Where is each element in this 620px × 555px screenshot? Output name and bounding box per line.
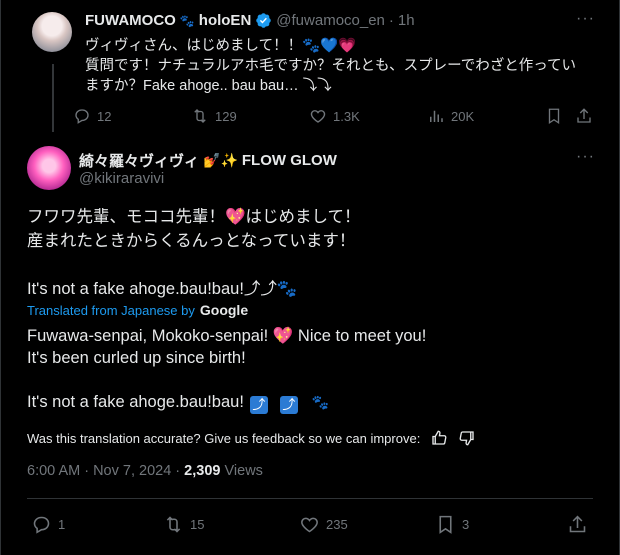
share-icon: [577, 108, 591, 123]
translated-label: Translated from Japanese by: [27, 302, 195, 318]
reply-icon: [75, 109, 89, 124]
divider: [27, 498, 593, 499]
like-icon: [301, 517, 318, 533]
tweet-text-line: [27, 253, 597, 277]
main-tweet-header: 綺々羅々ヴィヴィ 💅✨ FLOW GLOW: [79, 150, 337, 171]
author-handle[interactable]: @kikiraravivi: [79, 170, 164, 187]
translated-line: Fuwawa-senpai, Mokoko-senpai! 💖 Nice to …: [27, 327, 427, 345]
main-tweet-actions: 1 15 235 3: [27, 514, 597, 536]
main-tweet-text: フワワ先輩、モココ先輩！💖はじめまして！ 産まれたときからくるんっとなっています…: [27, 205, 597, 301]
google-logo: Google: [199, 302, 249, 318]
reply-count: 12: [97, 108, 112, 124]
bookmark-button[interactable]: 3: [435, 514, 469, 535]
share-icon: [569, 515, 586, 533]
translated-line-text: It's not a fake ahoge.bau!bau!: [27, 393, 244, 411]
bookmark-button[interactable]: [545, 107, 563, 125]
bookmark-icon: [548, 108, 560, 125]
tweet-text-line: It's not a fake ahoge.bau!bau!⤴⤴🐾: [27, 280, 298, 298]
translation-feedback: Was this translation accurate? Give us f…: [27, 429, 476, 447]
repost-count: 15: [190, 517, 205, 532]
author-name-suffix[interactable]: FLOW GLOW: [242, 152, 337, 169]
thread-connector: [52, 64, 54, 132]
author-name[interactable]: 綺々羅々ヴィヴィ: [79, 150, 199, 171]
reply-button[interactable]: 1: [31, 514, 65, 535]
like-icon: [310, 110, 326, 123]
tweet-thread: FUWAMOCO 🐾 holoEN @fuwamoco_en · 1h ··· …: [0, 0, 620, 555]
translated-line: It's been curled up since birth!: [27, 349, 246, 367]
views-icon: [430, 110, 443, 122]
repost-icon: [194, 109, 206, 123]
tweet-timestamp[interactable]: 6:00 AM · Nov 7, 2024 ·: [27, 463, 184, 479]
views-count: 20K: [451, 108, 475, 124]
verified-badge-icon: [256, 13, 272, 28]
like-count: 1.3K: [333, 108, 360, 124]
like-button[interactable]: 235: [299, 514, 348, 535]
feedback-text: Was this translation accurate? Give us f…: [27, 430, 421, 446]
reply-count: 1: [58, 517, 66, 532]
translated-text: Fuwawa-senpai, Mokoko-senpai! 💖 Nice to …: [27, 325, 597, 414]
tweet-text-line: 質問です！ナチュラルアホ毛ですか？それとも、スプレーでわざと作ってい: [85, 58, 576, 74]
avatar-fuwamoco[interactable]: [32, 12, 72, 52]
arrow-up-emoji: ⤴: [279, 396, 298, 414]
repost-button[interactable]: 15: [163, 514, 204, 535]
views-count: 2,309: [184, 463, 221, 479]
views-label: Views: [220, 463, 263, 479]
tweet-time[interactable]: 1h: [398, 12, 415, 29]
tweet-meta: 6:00 AM · Nov 7, 2024 · 2,309 Views: [27, 463, 263, 479]
avatar-vivi[interactable]: [27, 146, 71, 190]
reply-tweet-header: FUWAMOCO 🐾 holoEN @fuwamoco_en · 1h: [85, 12, 415, 29]
bookmark-icon: [439, 515, 452, 534]
repost-icon: [166, 516, 181, 533]
reply-button[interactable]: 12: [73, 107, 111, 125]
thumbs-up-icon[interactable]: [430, 429, 448, 447]
more-icon[interactable]: ···: [576, 148, 595, 166]
share-button[interactable]: [575, 107, 593, 125]
author-name[interactable]: FUWAMOCO: [85, 12, 176, 29]
share-button[interactable]: [567, 514, 588, 535]
repost-button[interactable]: 129: [191, 107, 237, 125]
tweet-text-line: 産まれたときからくるんっとなっています！: [27, 232, 356, 250]
thumbs-down-icon[interactable]: [458, 429, 476, 447]
translated-line-last: It's not a fake ahoge.bau!bau! ⤴ ⤴ 🐾: [27, 391, 597, 414]
tweet-text-line: ヴィヴィさん、はじめまして！！🐾💙💗: [85, 38, 357, 54]
bookmark-count: 3: [462, 517, 470, 532]
tweet-text-line: フワワ先輩、モココ先輩！💖はじめまして！: [27, 208, 361, 226]
translated-line: [27, 369, 597, 391]
translation-attribution: Translated from Japanese by Google: [27, 302, 248, 318]
views-button[interactable]: 20K: [427, 107, 474, 125]
more-icon[interactable]: ···: [576, 10, 595, 28]
main-tweet-handle-row: @kikiraravivi: [79, 170, 164, 187]
author-handle[interactable]: @fuwamoco_en: [276, 12, 385, 29]
reply-tweet-actions: 12 129 1.3K 20K: [73, 107, 598, 127]
like-button[interactable]: 1.3K: [309, 107, 360, 125]
paw-emoji: 🐾: [179, 13, 195, 28]
reply-icon: [33, 516, 50, 534]
separator-dot: ·: [388, 12, 394, 29]
tweet-text-line: ますか？Fake ahoge.. bau bau… ⤵⤵: [85, 78, 332, 94]
like-count: 235: [326, 517, 348, 532]
reply-tweet-text: ヴィヴィさん、はじめまして！！🐾💙💗 質問です！ナチュラルアホ毛ですか？それとも…: [85, 36, 605, 96]
author-name-suffix[interactable]: holoEN: [199, 12, 252, 29]
repost-count: 129: [215, 108, 237, 124]
arrow-up-emoji: ⤴: [249, 396, 268, 414]
paw-emoji: 🐾: [311, 394, 330, 410]
name-emojis: 💅✨: [203, 152, 238, 168]
